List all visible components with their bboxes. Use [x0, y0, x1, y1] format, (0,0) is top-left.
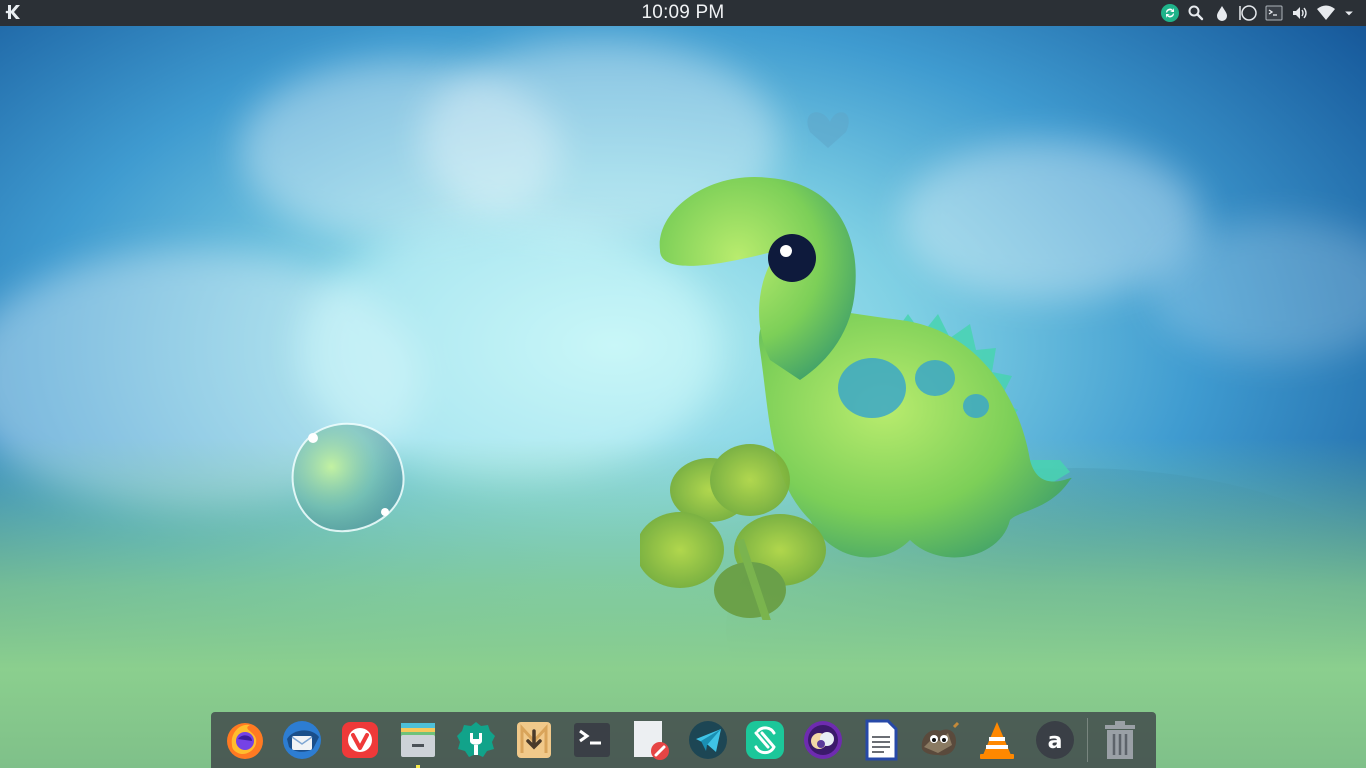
file-manager-icon[interactable]: [397, 718, 440, 768]
vlc-icon[interactable]: [975, 718, 1018, 762]
chevron-down-icon[interactable]: [1342, 3, 1356, 23]
text-editor-icon[interactable]: [628, 718, 671, 762]
document-writer-icon[interactable]: [860, 718, 903, 762]
dock: a: [211, 712, 1156, 768]
circle-icon[interactable]: [1238, 3, 1258, 23]
svg-text:a: a: [1047, 729, 1062, 754]
clock[interactable]: 10:09 PM: [642, 2, 725, 24]
downloader-icon[interactable]: [512, 718, 555, 762]
bubble-illustration: [291, 422, 405, 533]
firefox-icon[interactable]: [223, 718, 266, 762]
element-icon[interactable]: [744, 718, 787, 762]
terminal-icon[interactable]: [570, 718, 613, 762]
dinosaur-illustration: [640, 112, 1072, 620]
desktop-wallpaper: [0, 0, 1366, 768]
sync-icon[interactable]: [1160, 3, 1180, 23]
media-player-icon[interactable]: [802, 718, 845, 762]
dock-separator: [1087, 718, 1089, 762]
trash-icon[interactable]: [1098, 718, 1141, 762]
droplet-icon[interactable]: [1212, 3, 1232, 23]
telegram-icon[interactable]: [686, 718, 729, 762]
system-tray: [1160, 3, 1356, 23]
top-panel: 10:09 PM: [0, 0, 1366, 26]
gimp-icon[interactable]: [918, 718, 961, 762]
kde-logo-icon[interactable]: [4, 3, 24, 23]
wifi-icon[interactable]: [1316, 3, 1336, 23]
settings-wrench-icon[interactable]: [455, 718, 498, 762]
appimage-icon[interactable]: a: [1033, 718, 1076, 762]
search-icon[interactable]: [1186, 3, 1206, 23]
thunderbird-icon[interactable]: [281, 718, 324, 762]
terminal-icon[interactable]: [1264, 3, 1284, 23]
volume-icon[interactable]: [1290, 3, 1310, 23]
vivaldi-icon[interactable]: [339, 718, 382, 762]
